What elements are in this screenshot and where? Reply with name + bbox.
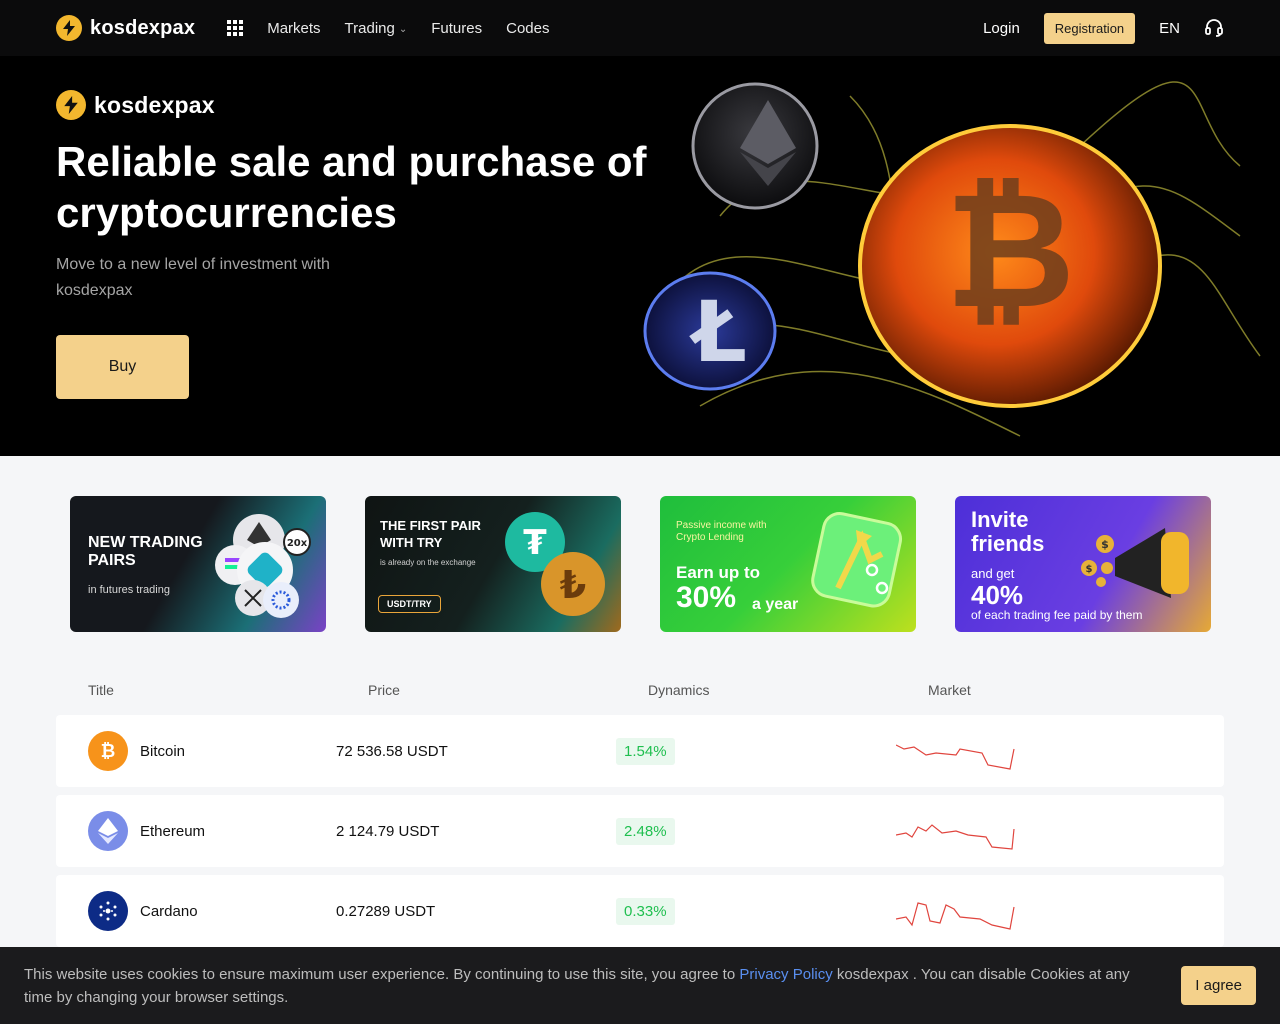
promo-cards: NEW TRADING PAIRS in futures trading 20x…	[70, 496, 1211, 632]
promo-percent: 30%	[676, 581, 737, 614]
coin-price: 72 536.58 USDT	[336, 742, 448, 760]
registration-button[interactable]: Registration	[1043, 12, 1136, 44]
promo-top-text: Passive income with Crypto Lending	[676, 520, 767, 543]
dynamics-badge: 2.48%	[616, 817, 675, 845]
header-dynamics: Dynamics	[648, 682, 710, 698]
hero-logo-text: kosdexpax	[94, 91, 215, 118]
promo-new-trading-pairs[interactable]: NEW TRADING PAIRS in futures trading 20x	[70, 496, 326, 632]
agree-button[interactable]: I agree	[1181, 966, 1256, 1005]
promo-subtitle: in futures trading	[88, 584, 170, 596]
table-row[interactable]: ₿ Bitcoin 72 536.58 USDT 1.54%	[56, 715, 1224, 787]
logo-text: kosdexpax	[90, 16, 196, 39]
cardano-icon	[88, 891, 128, 931]
pair-tag: USDT/TRY	[378, 595, 441, 613]
percent-arrow-icon	[811, 512, 903, 608]
logo[interactable]: kosdexpax	[56, 15, 195, 41]
promo-title: Invite friends	[971, 507, 1045, 556]
header-price: Price	[368, 682, 400, 698]
bitcoin-icon: ₿	[88, 731, 128, 771]
menu-codes[interactable]: Codes	[506, 20, 549, 37]
tether-lira-coins-icon: ₮ ₺	[505, 512, 605, 616]
svg-text:₿: ₿	[101, 741, 116, 762]
cookie-banner: This website uses cookies to ensure maxi…	[0, 947, 1280, 1024]
market-sparkline	[896, 744, 1015, 770]
promo-percent: 40%	[971, 580, 1024, 610]
dynamics-badge: 1.54%	[616, 737, 675, 765]
language-selector[interactable]: EN	[1159, 20, 1180, 37]
svg-text:$: $	[1086, 564, 1093, 575]
menu-markets[interactable]: Markets	[267, 20, 320, 37]
lightning-icon	[56, 15, 82, 41]
svg-text:₮: ₮	[523, 523, 547, 563]
buy-button[interactable]: Buy	[56, 335, 189, 399]
lightning-icon	[56, 90, 86, 120]
coin-name: Ethereum	[140, 822, 206, 840]
hero-title: Reliable sale and purchase of cryptocurr…	[56, 138, 647, 236]
dynamics-badge: 0.33%	[616, 897, 675, 925]
promo-suffix: a year	[752, 596, 799, 613]
table-row[interactable]: Cardano 0.27289 USDT 0.33%	[56, 875, 1224, 947]
header-title: Title	[88, 682, 114, 698]
crypto-coins-illustration: ₿ Ł	[643, 81, 1261, 437]
market-sparkline	[896, 824, 1015, 850]
menu-trading[interactable]: Trading ⌄	[345, 20, 408, 37]
leverage-badge: 20x	[287, 538, 308, 549]
promo-title: THE FIRST PAIR WITH TRY	[380, 518, 481, 550]
top-nav: kosdexpax Markets Trading ⌄ Futures Codes…	[0, 0, 1280, 56]
coin-price: 0.27289 USDT	[336, 902, 436, 920]
svg-text:Ł: Ł	[689, 283, 747, 381]
promo-and-get: and get	[971, 566, 1015, 581]
promo-earn-label: Earn up to	[676, 563, 761, 582]
promo-subtitle: of each trading fee paid by them	[971, 608, 1143, 622]
svg-text:$: $	[1101, 538, 1109, 551]
main-menu: Markets Trading ⌄ Futures Codes	[267, 20, 549, 37]
table-row[interactable]: Ethereum 2 124.79 USDT 2.48%	[56, 795, 1224, 867]
svg-text:₺: ₺	[560, 563, 586, 607]
coin-cluster-icon: 20x	[215, 514, 311, 618]
header-market: Market	[928, 682, 971, 698]
cookie-text: This website uses cookies to ensure maxi…	[24, 965, 1130, 1006]
ethereum-icon	[88, 811, 128, 851]
promo-subtitle: is already on the exchange	[380, 558, 476, 567]
privacy-policy-link[interactable]: Privacy Policy	[739, 966, 832, 983]
apps-grid-icon[interactable]	[227, 20, 244, 36]
market-sparkline	[896, 902, 1015, 930]
megaphone-icon: $ $	[1081, 528, 1189, 598]
hero-banner: ₿ Ł kosdexpax Reliable sale and purchase…	[0, 56, 1280, 456]
promo-crypto-lending[interactable]: Passive income with Crypto Lending Earn …	[660, 496, 916, 632]
chevron-down-icon: ⌄	[398, 23, 408, 35]
promo-first-pair-try[interactable]: THE FIRST PAIR WITH TRY is already on th…	[365, 496, 621, 632]
promo-invite-friends[interactable]: Invite friends and get 40% of each tradi…	[955, 496, 1211, 632]
svg-text:₿: ₿	[945, 157, 1075, 344]
hero-logo: kosdexpax	[56, 90, 215, 120]
hero-subtitle: Move to a new level of investment with k…	[56, 256, 330, 299]
menu-futures[interactable]: Futures	[431, 20, 482, 37]
coin-name: Cardano	[140, 902, 198, 920]
headset-icon[interactable]	[1204, 18, 1224, 38]
coin-price: 2 124.79 USDT	[336, 822, 440, 840]
market-table-header: Title Price Dynamics Market	[88, 682, 1208, 698]
coin-name: Bitcoin	[140, 742, 186, 760]
login-link[interactable]: Login	[983, 20, 1020, 37]
promo-title: NEW TRADING PAIRS	[88, 534, 203, 569]
